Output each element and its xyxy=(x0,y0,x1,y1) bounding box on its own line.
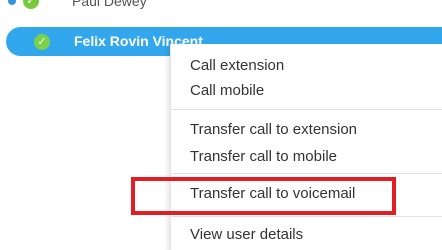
available-check-icon: ✓ xyxy=(34,34,50,50)
menu-divider xyxy=(171,173,442,174)
contact-row[interactable]: ✓ Paul Dewey xyxy=(0,0,442,19)
view-user-details-item[interactable]: View user details xyxy=(190,226,303,244)
contact-name: Paul Dewey xyxy=(72,0,147,9)
context-menu: Call extension Call mobile Transfer call… xyxy=(170,44,442,250)
transfer-extension-item[interactable]: Transfer call to extension xyxy=(190,121,357,139)
call-mobile-item[interactable]: Call mobile xyxy=(190,82,264,100)
transfer-mobile-item[interactable]: Transfer call to mobile xyxy=(190,148,337,166)
call-extension-item[interactable]: Call extension xyxy=(190,57,284,75)
available-check-icon: ✓ xyxy=(23,0,39,9)
menu-divider xyxy=(171,109,442,110)
presence-dot xyxy=(8,0,16,5)
menu-divider xyxy=(171,216,442,217)
transfer-voicemail-item[interactable]: Transfer call to voicemail xyxy=(190,185,355,203)
